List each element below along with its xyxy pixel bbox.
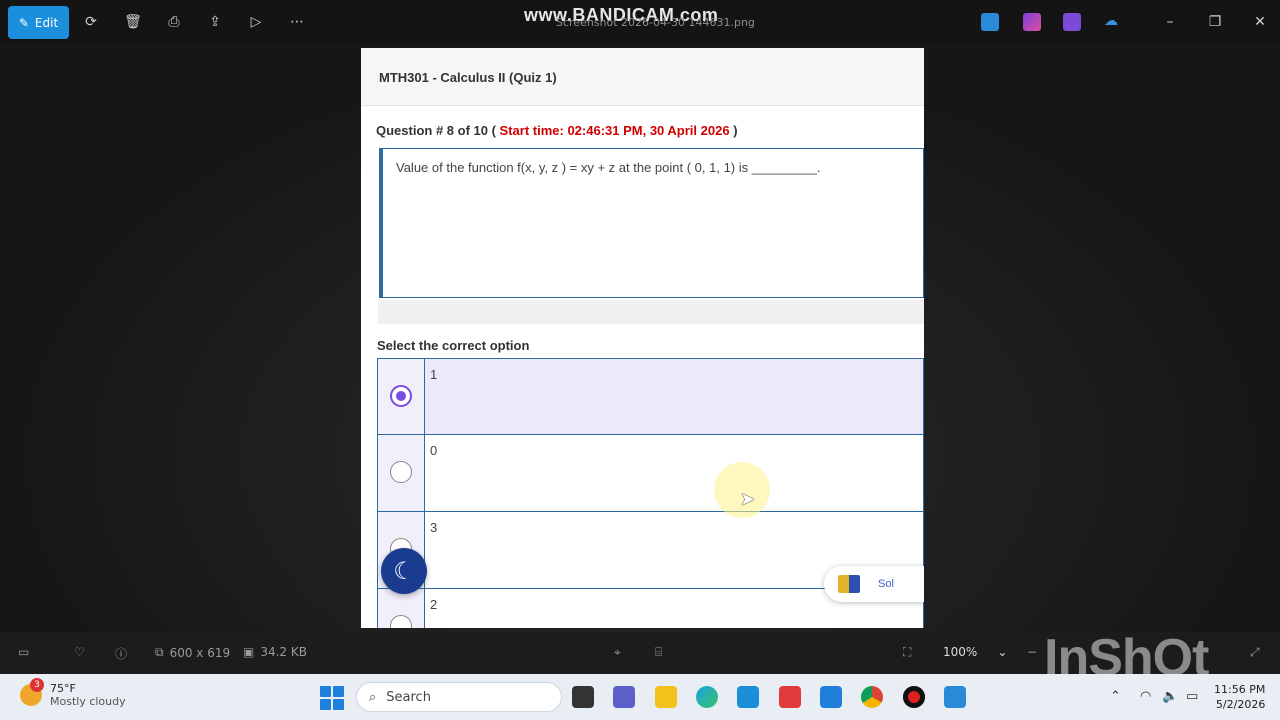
radio-cell bbox=[378, 589, 425, 628]
edit-button[interactable]: ✎ Edit bbox=[8, 6, 69, 39]
edit-icon: ✎ bbox=[18, 15, 29, 30]
battery-icon[interactable]: ▭ bbox=[1186, 689, 1198, 704]
taskbar: 3 75°F Mostly cloudy ⌕ Search ⌃ ◠ 🔈 ▭ 11… bbox=[0, 674, 1280, 720]
extension-side-pill[interactable]: Sol bbox=[824, 566, 924, 602]
save-icon: ▣ bbox=[243, 645, 255, 659]
zoom-out-icon[interactable]: − bbox=[1027, 645, 1037, 659]
favorite-heart-icon[interactable]: ♡ bbox=[74, 645, 85, 659]
task-view-icon[interactable] bbox=[572, 686, 594, 708]
expand-icon[interactable]: ⤢ bbox=[1250, 645, 1260, 660]
question-number: Question # 8 of 10 ( bbox=[376, 123, 496, 138]
start-time: Start time: 02:46:31 PM, 30 April 2026 bbox=[499, 123, 730, 138]
zoom-select[interactable]: 100% ⌄ bbox=[943, 645, 1007, 659]
side-pill-label: Sol bbox=[878, 578, 894, 590]
volume-icon[interactable]: 🔈 bbox=[1162, 689, 1178, 704]
option-label: 1 bbox=[430, 367, 438, 382]
search-icon: ⌕ bbox=[369, 689, 377, 705]
chevron-down-icon: ⌄ bbox=[997, 645, 1008, 659]
quiz-screenshot: MTH301 - Calculus II (Quiz 1) Question #… bbox=[361, 48, 924, 628]
separator-strip bbox=[378, 300, 924, 324]
option-label: 0 bbox=[430, 443, 438, 458]
text-select-icon[interactable]: ⌸ bbox=[655, 645, 662, 660]
file-title: Screenshot 2026-04-30 144631.png bbox=[556, 16, 755, 29]
dimensions: ⧉ 600 x 619 bbox=[155, 645, 230, 660]
chevron-up-icon[interactable]: ⌃ bbox=[1110, 689, 1121, 704]
file-size-value: 34.2 KB bbox=[260, 645, 307, 659]
radio-button[interactable] bbox=[390, 615, 412, 628]
anydesk-icon[interactable] bbox=[779, 686, 801, 708]
file-size: ▣ 34.2 KB bbox=[243, 645, 307, 659]
close-icon[interactable]: ✕ bbox=[1250, 12, 1270, 32]
temperature: 75°F bbox=[50, 682, 76, 695]
notification-badge: 3 bbox=[30, 678, 44, 692]
edge-icon[interactable] bbox=[696, 686, 718, 708]
question-text: Value of the function f(x, y, z ) = xy +… bbox=[396, 160, 821, 175]
filmstrip-icon[interactable]: ▭ bbox=[18, 645, 29, 659]
option-label: 2 bbox=[430, 597, 438, 612]
chrome-icon[interactable] bbox=[861, 686, 883, 708]
clock-time: 11:56 PM bbox=[1214, 683, 1266, 696]
delete-icon[interactable]: 🗑 bbox=[123, 12, 143, 32]
dimensions-icon: ⧉ bbox=[155, 645, 164, 659]
photos-toolbar: ✎ Edit ⟳ 🗑 ⎙ ⇪ ▷ ⋯ www.BANDICAM.com Scre… bbox=[0, 0, 1280, 44]
windows-start-icon[interactable] bbox=[320, 686, 344, 710]
weather-widget[interactable]: 3 75°F Mostly cloudy bbox=[20, 678, 126, 708]
option-row[interactable]: 1 bbox=[377, 358, 924, 435]
wifi-icon[interactable]: ◠ bbox=[1140, 689, 1151, 704]
course-title: MTH301 - Calculus II (Quiz 1) bbox=[379, 70, 557, 85]
radio-cell bbox=[378, 359, 425, 434]
paint-icon[interactable] bbox=[981, 13, 999, 31]
dark-mode-moon-icon[interactable]: ☾ bbox=[381, 548, 427, 594]
zoom-value: 100% bbox=[943, 645, 978, 659]
clock-date: 5/2/2026 bbox=[1215, 698, 1266, 711]
question-number-line: Question # 8 of 10 ( Start time: 02:46:3… bbox=[376, 123, 738, 138]
search-label: Search bbox=[386, 689, 431, 705]
select-option-label: Select the correct option bbox=[377, 338, 530, 353]
store-icon[interactable] bbox=[737, 686, 759, 708]
radio-cell bbox=[378, 435, 425, 511]
photos-icon[interactable] bbox=[944, 686, 966, 708]
dimensions-value: 600 x 619 bbox=[169, 645, 231, 660]
restore-icon[interactable]: ❐ bbox=[1205, 12, 1225, 32]
slideshow-icon[interactable]: ▷ bbox=[246, 12, 266, 32]
clipchamp-icon[interactable] bbox=[1063, 13, 1081, 31]
quiz-header: MTH301 - Calculus II (Quiz 1) bbox=[361, 48, 924, 106]
mouse-pointer-icon: ➤ bbox=[740, 489, 756, 510]
more-options-icon[interactable]: ⋯ bbox=[287, 12, 307, 32]
teams-icon[interactable] bbox=[613, 686, 635, 708]
print-icon[interactable]: ⎙ bbox=[164, 12, 184, 32]
info-icon[interactable]: ⓘ bbox=[115, 645, 127, 662]
fit-to-window-icon[interactable]: ⛶ bbox=[903, 645, 911, 660]
file-explorer-icon[interactable] bbox=[655, 686, 677, 708]
option-row[interactable]: 0 bbox=[377, 435, 924, 512]
onedrive-icon[interactable]: ☁ bbox=[1104, 13, 1122, 31]
record-icon[interactable] bbox=[903, 686, 925, 708]
scan-icon[interactable]: ⌖ bbox=[614, 645, 621, 660]
share-icon[interactable]: ⇪ bbox=[205, 12, 225, 32]
question-suffix: ) bbox=[733, 123, 738, 138]
book-icon bbox=[838, 575, 860, 593]
radio-button[interactable] bbox=[390, 461, 412, 483]
weather-icon: 3 bbox=[20, 678, 44, 706]
rotate-icon[interactable]: ⟳ bbox=[81, 12, 101, 32]
option-label: 3 bbox=[430, 520, 438, 535]
weather-condition: Mostly cloudy bbox=[50, 695, 126, 708]
taskbar-search[interactable]: ⌕ Search bbox=[356, 682, 562, 712]
edit-label: Edit bbox=[34, 15, 59, 30]
designer-icon[interactable] bbox=[1023, 13, 1041, 31]
security-shield-icon[interactable] bbox=[820, 686, 842, 708]
question-box: Value of the function f(x, y, z ) = xy +… bbox=[379, 148, 924, 298]
clock[interactable]: 11:56 PM 5/2/2026 bbox=[1214, 682, 1265, 712]
minimize-icon[interactable]: – bbox=[1160, 12, 1180, 32]
radio-button-selected[interactable] bbox=[390, 385, 412, 407]
